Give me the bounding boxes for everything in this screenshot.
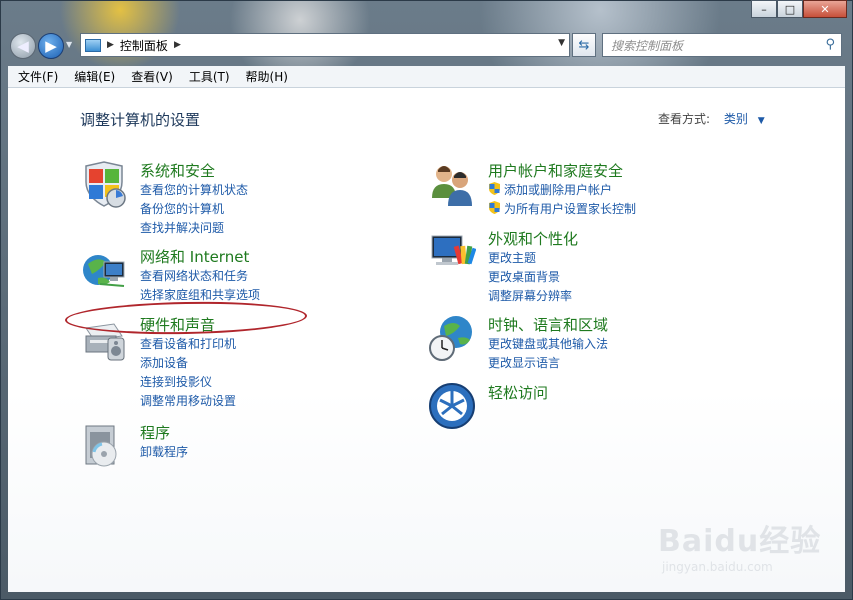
forward-button[interactable]: ▶ (38, 33, 64, 59)
link-connect-projector[interactable]: 连接到投影仪 (140, 373, 212, 390)
category-programs: 程序 卸载程序 (80, 422, 380, 472)
address-bar[interactable]: ▶ 控制面板 ▶ ▼ (80, 33, 570, 57)
uac-shield-icon (489, 201, 500, 214)
link-parental-controls[interactable]: 为所有用户设置家长控制 (504, 200, 636, 217)
view-by-dropdown[interactable]: 类别 (724, 112, 748, 126)
category-ease-of-access: 轻松访问 (428, 382, 748, 432)
view-by-label: 查看方式: (658, 112, 711, 126)
category-title-system[interactable]: 系统和安全 (140, 160, 215, 181)
category-title-network[interactable]: 网络和 Internet (140, 246, 249, 267)
view-by-control: 查看方式: 类别 ▼ (658, 110, 765, 127)
maximize-button[interactable]: □ (777, 0, 803, 18)
watermark-logo: Baidu经验 (658, 524, 822, 559)
link-homegroup-sharing[interactable]: 选择家庭组和共享选项 (140, 286, 260, 303)
category-user-accounts: 用户帐户和家庭安全 添加或删除用户帐户 为所有用户设置家长控制 (428, 160, 748, 217)
category-title-programs[interactable]: 程序 (140, 422, 170, 443)
watermark-url: jingyan.baidu.com (662, 560, 773, 574)
link-uninstall-program[interactable]: 卸载程序 (140, 443, 188, 460)
link-change-theme[interactable]: 更改主题 (488, 249, 536, 266)
refresh-button[interactable]: ⇆ (572, 33, 596, 57)
watermark: Baidu经验 jingyan.baidu.com (658, 508, 838, 588)
network-internet-icon[interactable] (80, 246, 128, 294)
link-view-network-status[interactable]: 查看网络状态和任务 (140, 267, 248, 284)
breadcrumb-control-panel[interactable]: 控制面板 (120, 37, 168, 54)
control-panel-window: – □ ✕ ◀ ▶ ▼ ▶ 控制面板 ▶ ▼ ⇆ 搜索控制面板 ⚲ 文件(F) … (0, 0, 853, 600)
link-find-fix-problems[interactable]: 查找并解决问题 (140, 219, 224, 236)
link-add-device[interactable]: 添加设备 (140, 354, 188, 371)
navigation-bar: ◀ ▶ ▼ ▶ 控制面板 ▶ ▼ ⇆ 搜索控制面板 ⚲ (0, 26, 853, 64)
clock-region-icon[interactable] (428, 314, 476, 362)
link-desktop-background[interactable]: 更改桌面背景 (488, 268, 560, 285)
menu-file[interactable]: 文件(F) (12, 68, 64, 85)
page-title: 调整计算机的设置 (80, 111, 201, 129)
breadcrumb-separator-icon[interactable]: ▶ (174, 40, 181, 50)
user-accounts-icon[interactable] (428, 160, 476, 208)
breadcrumb-separator-icon[interactable]: ▶ (107, 40, 114, 50)
link-add-remove-accounts[interactable]: 添加或删除用户帐户 (504, 181, 612, 198)
category-title-ease[interactable]: 轻松访问 (488, 382, 548, 403)
appearance-icon[interactable] (428, 228, 476, 276)
link-backup-computer[interactable]: 备份您的计算机 (140, 200, 224, 217)
arrow-left-icon: ◀ (17, 37, 29, 55)
link-screen-resolution[interactable]: 调整屏幕分辨率 (488, 287, 572, 304)
close-button[interactable]: ✕ (803, 0, 847, 18)
arrow-right-icon: ▶ (45, 37, 57, 55)
category-title-appearance[interactable]: 外观和个性化 (488, 228, 578, 249)
refresh-icon: ⇆ (578, 37, 590, 53)
link-mobility-settings[interactable]: 调整常用移动设置 (140, 392, 236, 409)
address-dropdown-icon[interactable]: ▼ (558, 38, 565, 48)
caption-buttons: – □ ✕ (751, 0, 847, 18)
link-devices-printers[interactable]: 查看设备和打印机 (140, 335, 236, 352)
category-system-security: 系统和安全 查看您的计算机状态 备份您的计算机 查找并解决问题 (80, 160, 380, 235)
link-view-computer-status[interactable]: 查看您的计算机状态 (140, 181, 248, 198)
control-panel-icon (85, 38, 101, 52)
programs-icon[interactable] (80, 422, 128, 470)
search-placeholder: 搜索控制面板 (611, 38, 684, 53)
link-keyboard-input[interactable]: 更改键盘或其他输入法 (488, 335, 608, 352)
category-network-internet: 网络和 Internet 查看网络状态和任务 选择家庭组和共享选项 (80, 246, 380, 303)
menu-tools[interactable]: 工具(T) (183, 68, 236, 85)
history-dropdown-icon[interactable]: ▼ (66, 40, 72, 49)
system-security-icon[interactable] (80, 160, 128, 208)
menu-edit[interactable]: 编辑(E) (68, 68, 121, 85)
search-icon[interactable]: ⚲ (825, 37, 835, 52)
search-input[interactable]: 搜索控制面板 ⚲ (602, 33, 842, 57)
category-title-clock[interactable]: 时钟、语言和区域 (488, 314, 608, 335)
category-appearance: 外观和个性化 更改主题 更改桌面背景 调整屏幕分辨率 (428, 228, 748, 303)
ease-of-access-icon[interactable] (428, 382, 476, 430)
uac-shield-icon (489, 182, 500, 195)
category-clock-region: 时钟、语言和区域 更改键盘或其他输入法 更改显示语言 (428, 314, 748, 371)
menu-help[interactable]: 帮助(H) (240, 68, 294, 85)
link-display-language[interactable]: 更改显示语言 (488, 354, 560, 371)
chevron-down-icon[interactable]: ▼ (758, 116, 765, 126)
content-pane: 调整计算机的设置 查看方式: 类别 ▼ 系统和安全 查看您的计算机状态 备份您的… (8, 88, 845, 592)
back-button[interactable]: ◀ (10, 33, 36, 59)
category-title-user-accounts[interactable]: 用户帐户和家庭安全 (488, 160, 623, 181)
menu-bar: 文件(F) 编辑(E) 查看(V) 工具(T) 帮助(H) (8, 66, 845, 88)
minimize-button[interactable]: – (751, 0, 777, 18)
menu-view[interactable]: 查看(V) (125, 68, 179, 85)
